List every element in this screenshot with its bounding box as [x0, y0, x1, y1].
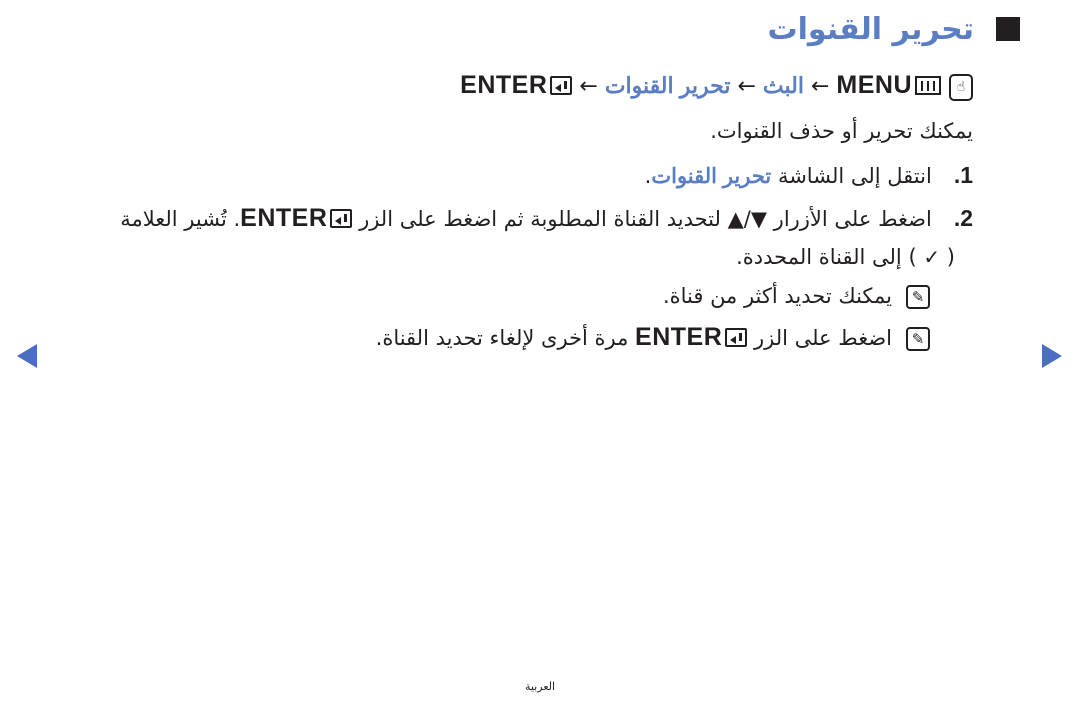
path-step-edit-channels[interactable]: تحرير القنوات: [605, 73, 731, 98]
footer-language: العربية: [524, 680, 556, 693]
step-2: 2. اضغط على الأزرار ▲/▼ لتحديد القناة الم…: [120, 203, 973, 234]
edit-channels-link[interactable]: تحرير القنوات: [651, 165, 771, 188]
menu-key: MENU: [836, 70, 941, 100]
enter-icon: [725, 327, 748, 347]
note-text: اضغط على الزر: [753, 326, 892, 350]
checkmark-icon: ✓: [923, 245, 941, 269]
note-pencil-icon: ✎: [906, 327, 930, 351]
intro-text: يمكنك تحرير أو حذف القنوات.: [710, 119, 973, 143]
menu-label: MENU: [836, 71, 912, 99]
enter-key: ENTER: [460, 70, 573, 100]
note-text: يمكنك تحديد أكثر من قناة.: [662, 284, 892, 308]
step-text: . تُشير العلامة: [120, 207, 241, 231]
paren: (: [946, 245, 955, 269]
touch-hand-icon: ☝: [949, 73, 973, 101]
step-text: اضغط على الأزرار: [773, 207, 932, 231]
enter-label: ENTER: [240, 204, 328, 232]
enter-label: ENTER: [635, 323, 723, 351]
note-pencil-icon: ✎: [906, 285, 930, 309]
step-2-continued: ( ✓ ) إلى القناة المحددة.: [736, 242, 955, 272]
enter-key: ENTER: [635, 322, 748, 352]
enter-icon: [550, 75, 573, 95]
step-text: انتقل إلى الشاشة: [777, 164, 932, 188]
paren: ): [908, 245, 917, 269]
menu-path: ☝ MENU ← البث ← تحرير القنوات ← ENTER: [460, 70, 973, 102]
path-step-broadcast[interactable]: البث: [763, 73, 804, 98]
page-title: تحرير القنوات: [767, 12, 974, 47]
previous-page-arrow-icon[interactable]: [17, 344, 37, 368]
up-down-arrows-icon: ▲/▼: [727, 207, 767, 231]
step-text: لتحديد القناة المطلوبة ثم اضغط على الزر: [359, 207, 721, 231]
step-text: إلى القناة المحددة.: [736, 245, 902, 269]
enter-key: ENTER: [240, 203, 353, 233]
enter-icon: [330, 208, 353, 228]
note-2: ✎ اضغط على الزر ENTER مرة أخرى لإلغاء تحد…: [376, 322, 930, 353]
menu-icon: [915, 75, 941, 95]
step-number: 1.: [953, 162, 973, 188]
enter-label: ENTER: [460, 71, 548, 99]
step-1: 1.انتقل إلى الشاشة تحرير القنوات.: [645, 160, 973, 192]
title-bullet-square: [996, 17, 1020, 41]
step-number: 2.: [953, 205, 973, 231]
path-separator: ←: [810, 74, 830, 99]
note-text: مرة أخرى لإلغاء تحديد القناة.: [375, 326, 629, 350]
next-page-arrow-icon[interactable]: [1042, 344, 1062, 368]
note-1: ✎ يمكنك تحديد أكثر من قناة.: [663, 281, 930, 311]
path-separator: ←: [579, 74, 598, 99]
path-separator: ←: [737, 74, 756, 99]
